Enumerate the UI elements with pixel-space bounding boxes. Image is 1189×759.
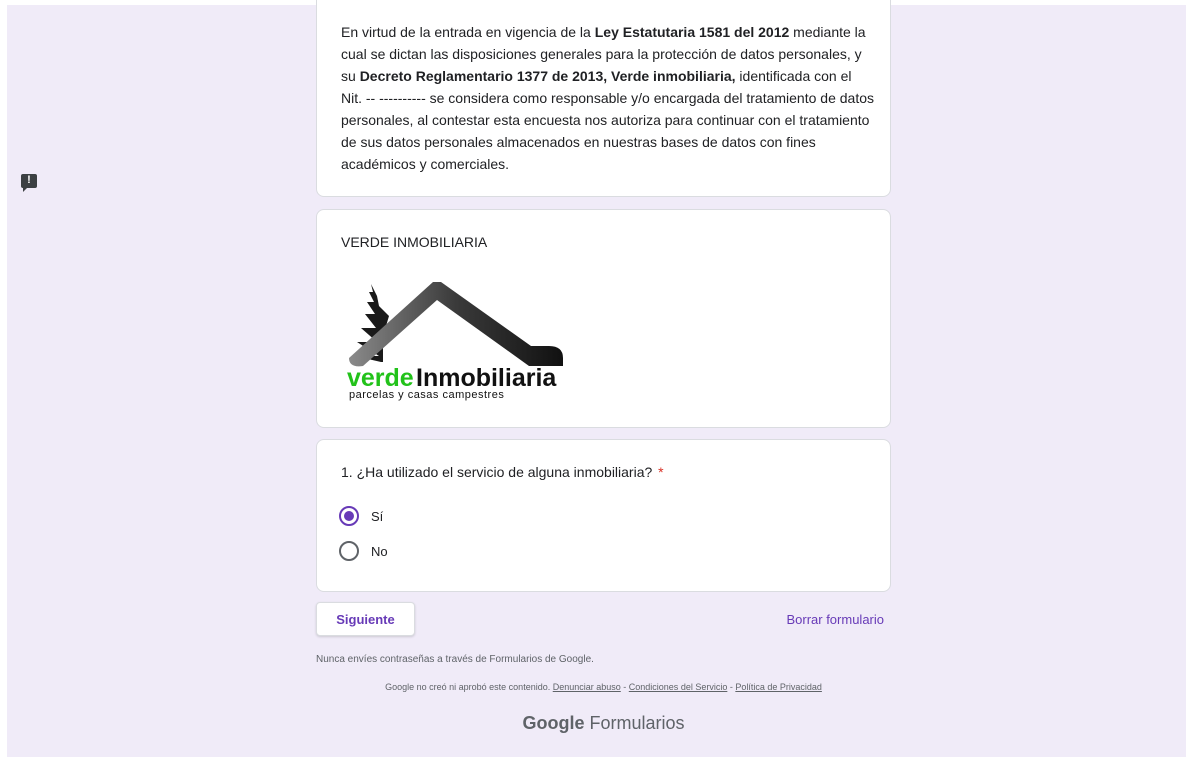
- form-description-card: En virtud de la entrada en vigencia de l…: [316, 0, 891, 197]
- image-card: VERDE INMOBILIARIA verde Inmobiliaria pa…: [316, 209, 891, 428]
- report-abuse-link[interactable]: Denunciar abuso: [553, 682, 621, 692]
- verde-inmobiliaria-logo: verde Inmobiliaria parcelas y casas camp…: [347, 282, 563, 401]
- brand-google: Google: [522, 713, 585, 733]
- option-si[interactable]: Sí: [339, 506, 383, 526]
- next-button[interactable]: Siguiente: [316, 602, 415, 636]
- legal-footer: Google no creó ni aprobó este contenido.…: [316, 682, 891, 692]
- google-forms-brand[interactable]: Google Formularios: [316, 713, 891, 734]
- option-no[interactable]: No: [339, 541, 388, 561]
- privacy-link[interactable]: Política de Privacidad: [735, 682, 822, 692]
- disclaimer-text: Google no creó ni aprobó este contenido.: [385, 682, 551, 692]
- logo-inmobiliaria-text: Inmobiliaria: [416, 364, 557, 392]
- required-asterisk: *: [658, 464, 664, 480]
- logo-tagline: parcelas y casas campestres: [349, 389, 504, 401]
- logo-verde-text: verde: [347, 364, 414, 392]
- radio-si[interactable]: [339, 506, 359, 526]
- question-text: 1. ¿Ha utilizado el servicio de alguna i…: [341, 464, 653, 480]
- clear-form-button[interactable]: Borrar formulario: [786, 612, 884, 627]
- feedback-icon[interactable]: !: [21, 174, 37, 192]
- desc-bold-decree: Decreto Reglamentario 1377 de 2013, Verd…: [359, 68, 736, 84]
- brand-product: Formularios: [589, 713, 685, 733]
- radio-no[interactable]: [339, 541, 359, 561]
- separator: -: [620, 682, 629, 692]
- password-warning: Nunca envíes contraseñas a través de For…: [316, 654, 594, 665]
- desc-text-1: En virtud de la entrada en vigencia de l…: [341, 24, 595, 40]
- option-no-label: No: [371, 543, 388, 559]
- image-card-title: VERDE INMOBILIARIA: [341, 234, 488, 250]
- question-card: 1. ¿Ha utilizado el servicio de alguna i…: [316, 439, 891, 592]
- desc-bold-law: Ley Estatutaria 1581 del 2012: [594, 24, 790, 40]
- question-title: 1. ¿Ha utilizado el servicio de alguna i…: [341, 464, 664, 480]
- terms-link[interactable]: Condiciones del Servicio: [629, 682, 728, 692]
- form-description: En virtud de la entrada en vigencia de l…: [341, 21, 876, 175]
- option-si-label: Sí: [371, 508, 384, 524]
